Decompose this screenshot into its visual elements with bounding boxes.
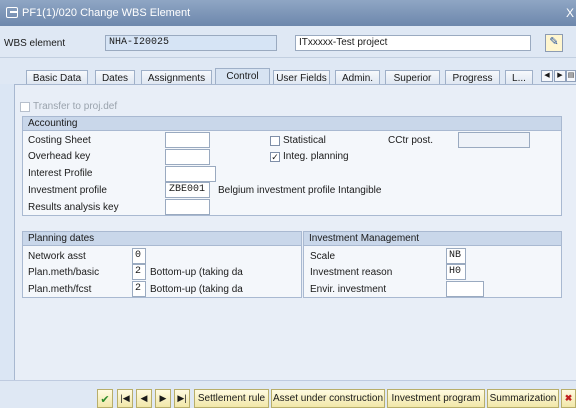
window-titlebar: PF1(1)/020 Change WBS Element X [0,0,576,26]
interest-profile-field[interactable] [165,166,216,182]
window-title: PF1(1)/020 Change WBS Element [22,7,191,19]
transfer-label: Transfer to proj.def [33,101,118,112]
investment-program-button[interactable]: Investment program [387,389,485,408]
wbs-description-field[interactable]: ITxxxxx-Test project [295,35,531,51]
wbs-element-label: WBS element [4,38,66,49]
investment-profile-desc: Belgium investment profile Intangible [218,185,382,196]
window-icon [6,7,18,18]
overhead-key-field[interactable] [165,149,210,165]
scale-label: Scale [310,251,336,262]
checkmark-icon[interactable]: ✔ [97,389,113,408]
close-icon[interactable]: X [566,6,574,20]
investment-reason-field[interactable]: H0 [446,264,466,280]
last-page-icon[interactable]: ▶| [174,389,190,408]
network-asst-field[interactable]: 0 [132,248,146,264]
statistical-checkbox[interactable] [270,136,280,146]
investment-reason-label: Investment reason [310,267,393,278]
tab-scroll-right-icon[interactable]: ▶ [554,70,566,82]
cctr-post-field[interactable] [458,132,530,148]
accounting-group-title: Accounting [23,117,561,131]
transfer-checkbox[interactable] [20,102,30,112]
integ-planning-checkbox[interactable]: ✓ [270,152,280,162]
costing-sheet-label: Costing Sheet [28,135,91,146]
settlement-rule-button[interactable]: Settlement rule [194,389,269,408]
tab-list-icon[interactable]: ▤ [566,70,576,82]
accounting-group: Accounting [22,116,562,216]
previous-page-icon[interactable]: ◀ [136,389,152,408]
network-asst-label: Network asst [28,251,86,262]
results-analysis-key-field[interactable] [165,199,210,215]
asset-under-construction-button[interactable]: Asset under construction [271,389,385,408]
edit-long-text-icon[interactable]: ✎ [545,34,563,52]
planning-dates-title: Planning dates [23,232,301,246]
integ-planning-label: Integ. planning [283,151,349,162]
plan-meth-fcst-label: Plan.meth/fcst [28,284,92,295]
interest-profile-label: Interest Profile [28,168,93,179]
wbs-element-field[interactable]: NHA-I20025 [105,35,277,51]
scale-field[interactable]: NB [446,248,466,264]
cctr-post-label: CCtr post. [388,135,434,146]
envir-investment-field[interactable] [446,281,484,297]
summarization-button[interactable]: Summarization [487,389,559,408]
next-page-icon[interactable]: ▶ [155,389,171,408]
investment-profile-field[interactable]: ZBE001 [165,182,210,198]
costing-sheet-field[interactable] [165,132,210,148]
first-page-icon[interactable]: |◀ [117,389,133,408]
envir-investment-label: Envir. investment [310,284,387,295]
cancel-icon[interactable]: ✖ [561,389,576,408]
tab-scroll-left-icon[interactable]: ◀ [541,70,553,82]
plan-meth-basic-desc: Bottom-up (taking da [150,267,243,278]
investment-profile-label: Investment profile [28,185,107,196]
plan-meth-fcst-desc: Bottom-up (taking da [150,284,243,295]
plan-meth-basic-label: Plan.meth/basic [28,267,100,278]
overhead-key-label: Overhead key [28,151,91,162]
investment-management-title: Investment Management [304,232,561,246]
plan-meth-basic-field[interactable]: 2 [132,264,146,280]
plan-meth-fcst-field[interactable]: 2 [132,281,146,297]
results-analysis-key-label: Results analysis key [28,202,119,213]
statistical-label: Statistical [283,135,326,146]
